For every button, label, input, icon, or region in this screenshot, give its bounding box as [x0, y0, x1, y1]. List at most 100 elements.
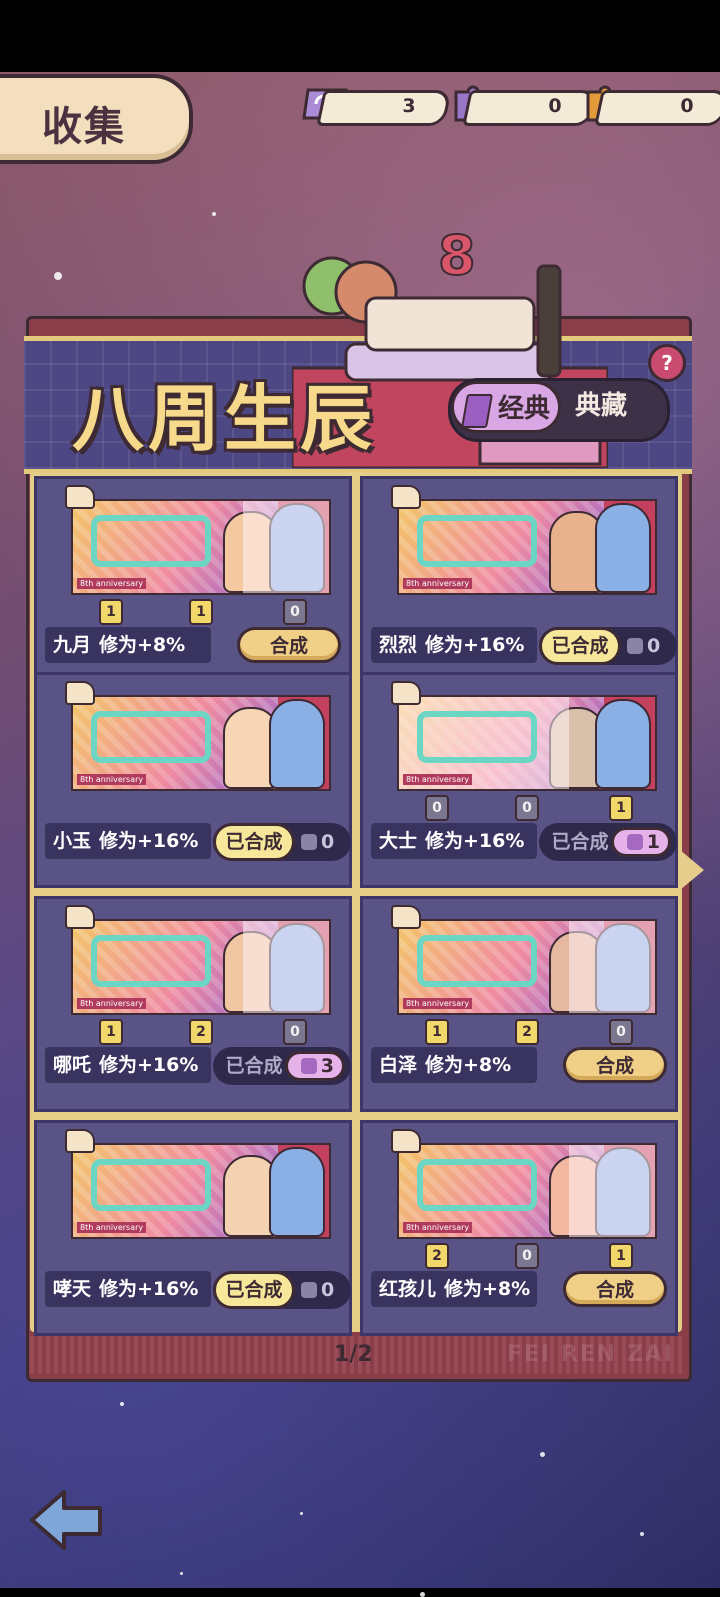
- page-title: 收集: [42, 104, 126, 150]
- character-name-bar: 烈烈 修为+16%: [371, 627, 537, 663]
- character-name-bar: 红孩儿 修为+8%: [371, 1271, 537, 1307]
- character-name-bar: 哮天 修为+16%: [45, 1271, 211, 1307]
- character-card[interactable]: 8th anniversary 小玉 修为+16% 已合成 0: [34, 672, 352, 888]
- character-name-bar: 九月 修为+8%: [45, 627, 211, 663]
- character-figure: [595, 503, 651, 593]
- character-figure: [595, 699, 651, 789]
- piece-count: 0: [425, 795, 449, 821]
- event-title: 八周生辰: [72, 377, 377, 461]
- composed-badge: 已合成: [225, 1055, 283, 1077]
- svg-text:8: 8: [438, 228, 476, 287]
- character-name: 哪吒: [53, 1054, 92, 1076]
- bonus-text: 修为+16%: [99, 830, 199, 852]
- compose-button[interactable]: 合成: [237, 627, 341, 663]
- composed-status: 已合成 3: [213, 1047, 351, 1085]
- bonus-text: 修为+8%: [425, 1054, 512, 1076]
- character-card[interactable]: 8th anniversary 2 0 1 红孩儿 修为+8% 合成: [360, 1120, 678, 1336]
- puzzle-piece-icon: [301, 1282, 317, 1298]
- cake-icon: [391, 1129, 421, 1153]
- fragment-counter: 0: [301, 1275, 334, 1305]
- anniversary-tag: 8th anniversary: [403, 1222, 473, 1233]
- back-arrow-icon[interactable]: [26, 1486, 106, 1552]
- bonus-text: 修为+8%: [99, 634, 186, 656]
- piece-count: 0: [609, 1019, 633, 1045]
- composed-status: 已合成 1: [539, 823, 677, 861]
- character-name: 哮天: [53, 1278, 92, 1300]
- compose-button[interactable]: 合成: [563, 1271, 667, 1307]
- composed-status: 已合成 0: [213, 823, 351, 861]
- page-indicator: 1/2: [334, 1342, 373, 1367]
- piece-count: 1: [425, 1019, 449, 1045]
- character-artwork: 8th anniversary: [71, 695, 331, 791]
- anniversary-tag: 8th anniversary: [77, 578, 147, 589]
- anniversary-tag: 8th anniversary: [403, 998, 473, 1009]
- help-button[interactable]: ?: [648, 344, 686, 382]
- character-name-bar: 大士 修为+16%: [371, 823, 537, 859]
- piece-count: 1: [99, 1019, 123, 1045]
- fragment-counter[interactable]: 1: [611, 827, 671, 857]
- piece-count: 0: [515, 1243, 539, 1269]
- character-card[interactable]: 8th anniversary 哮天 修为+16% 已合成 0: [34, 1120, 352, 1336]
- character-name-bar: 白泽 修为+8%: [371, 1047, 537, 1083]
- tab-collection[interactable]: 典藏: [575, 381, 627, 433]
- bonus-text: 修为+16%: [425, 634, 525, 656]
- missing-piece-overlay: [569, 921, 655, 1013]
- character-name: 九月: [53, 634, 92, 656]
- puzzle-piece-icon: [626, 834, 643, 850]
- composed-status: 已合成 0: [213, 1271, 351, 1309]
- piece-count: 0: [515, 795, 539, 821]
- character-name: 大士: [379, 830, 418, 852]
- anniversary-tag: 8th anniversary: [77, 998, 147, 1009]
- character-card[interactable]: 8th anniversary 烈烈 修为+16% 已合成 0: [360, 476, 678, 692]
- cake-icon: [391, 905, 421, 929]
- bonus-text: 修为+8%: [444, 1278, 531, 1300]
- character-name: 红孩儿: [379, 1278, 437, 1300]
- piece-count: 2: [189, 1019, 213, 1045]
- character-name: 白泽: [379, 1054, 418, 1076]
- cake-icon: [65, 1129, 95, 1153]
- character-card[interactable]: 8th anniversary 1 1 0 九月 修为+8% 合成: [34, 476, 352, 692]
- puzzle-piece-icon: [301, 834, 317, 850]
- puzzle-piece-icon: [627, 638, 643, 654]
- cake-icon: [65, 681, 95, 705]
- category-switch: 经典 典藏: [448, 378, 670, 442]
- character-card[interactable]: 8th anniversary 0 0 1 大士 修为+16% 已合成 1: [360, 672, 678, 888]
- pager: 1/2 FEI REN ZAI: [30, 1336, 682, 1374]
- character-name-bar: 小玉 修为+16%: [45, 823, 211, 859]
- currency-orange-puzzle: 0: [594, 90, 720, 126]
- fragment-counter[interactable]: 3: [285, 1051, 345, 1081]
- cake-icon: [391, 681, 421, 705]
- piece-count: 1: [99, 599, 123, 625]
- character-artwork: 8th anniversary: [397, 1143, 657, 1239]
- collection-title-tab: 收集: [0, 74, 193, 164]
- character-card[interactable]: 8th anniversary 1 2 0 哪吒 修为+16% 已合成 3: [34, 896, 352, 1112]
- fragment-counter: 0: [627, 631, 660, 661]
- puzzle-piece-icon: [300, 1058, 317, 1074]
- character-figure: [269, 699, 325, 789]
- cake-icon: [391, 485, 421, 509]
- cake-icon: [65, 485, 95, 509]
- next-page-arrow[interactable]: [680, 850, 704, 890]
- composed-badge: 已合成: [551, 831, 609, 853]
- composed-status: 已合成 0: [539, 627, 677, 665]
- anniversary-tag: 8th anniversary: [77, 774, 147, 785]
- composed-badge: 已合成: [213, 1271, 295, 1309]
- piece-count: 1: [609, 1243, 633, 1269]
- character-artwork: 8th anniversary: [71, 919, 331, 1015]
- character-artwork: 8th anniversary: [397, 499, 657, 595]
- character-artwork: 8th anniversary: [71, 499, 331, 595]
- compose-button[interactable]: 合成: [563, 1047, 667, 1083]
- piece-count: 0: [283, 1019, 307, 1045]
- anniversary-tag: 8th anniversary: [403, 774, 473, 785]
- bonus-text: 修为+16%: [99, 1054, 199, 1076]
- cake-icon: [65, 905, 95, 929]
- character-name-bar: 哪吒 修为+16%: [45, 1047, 211, 1083]
- character-card[interactable]: 8th anniversary 1 2 0 白泽 修为+8% 合成: [360, 896, 678, 1112]
- character-artwork: 8th anniversary: [397, 695, 657, 791]
- tab-classic[interactable]: 经典: [451, 381, 561, 433]
- character-name: 烈烈: [379, 634, 418, 656]
- piece-count: 1: [189, 599, 213, 625]
- status-bar: [0, 0, 720, 72]
- card-icon: [461, 394, 493, 428]
- character-artwork: 8th anniversary: [71, 1143, 331, 1239]
